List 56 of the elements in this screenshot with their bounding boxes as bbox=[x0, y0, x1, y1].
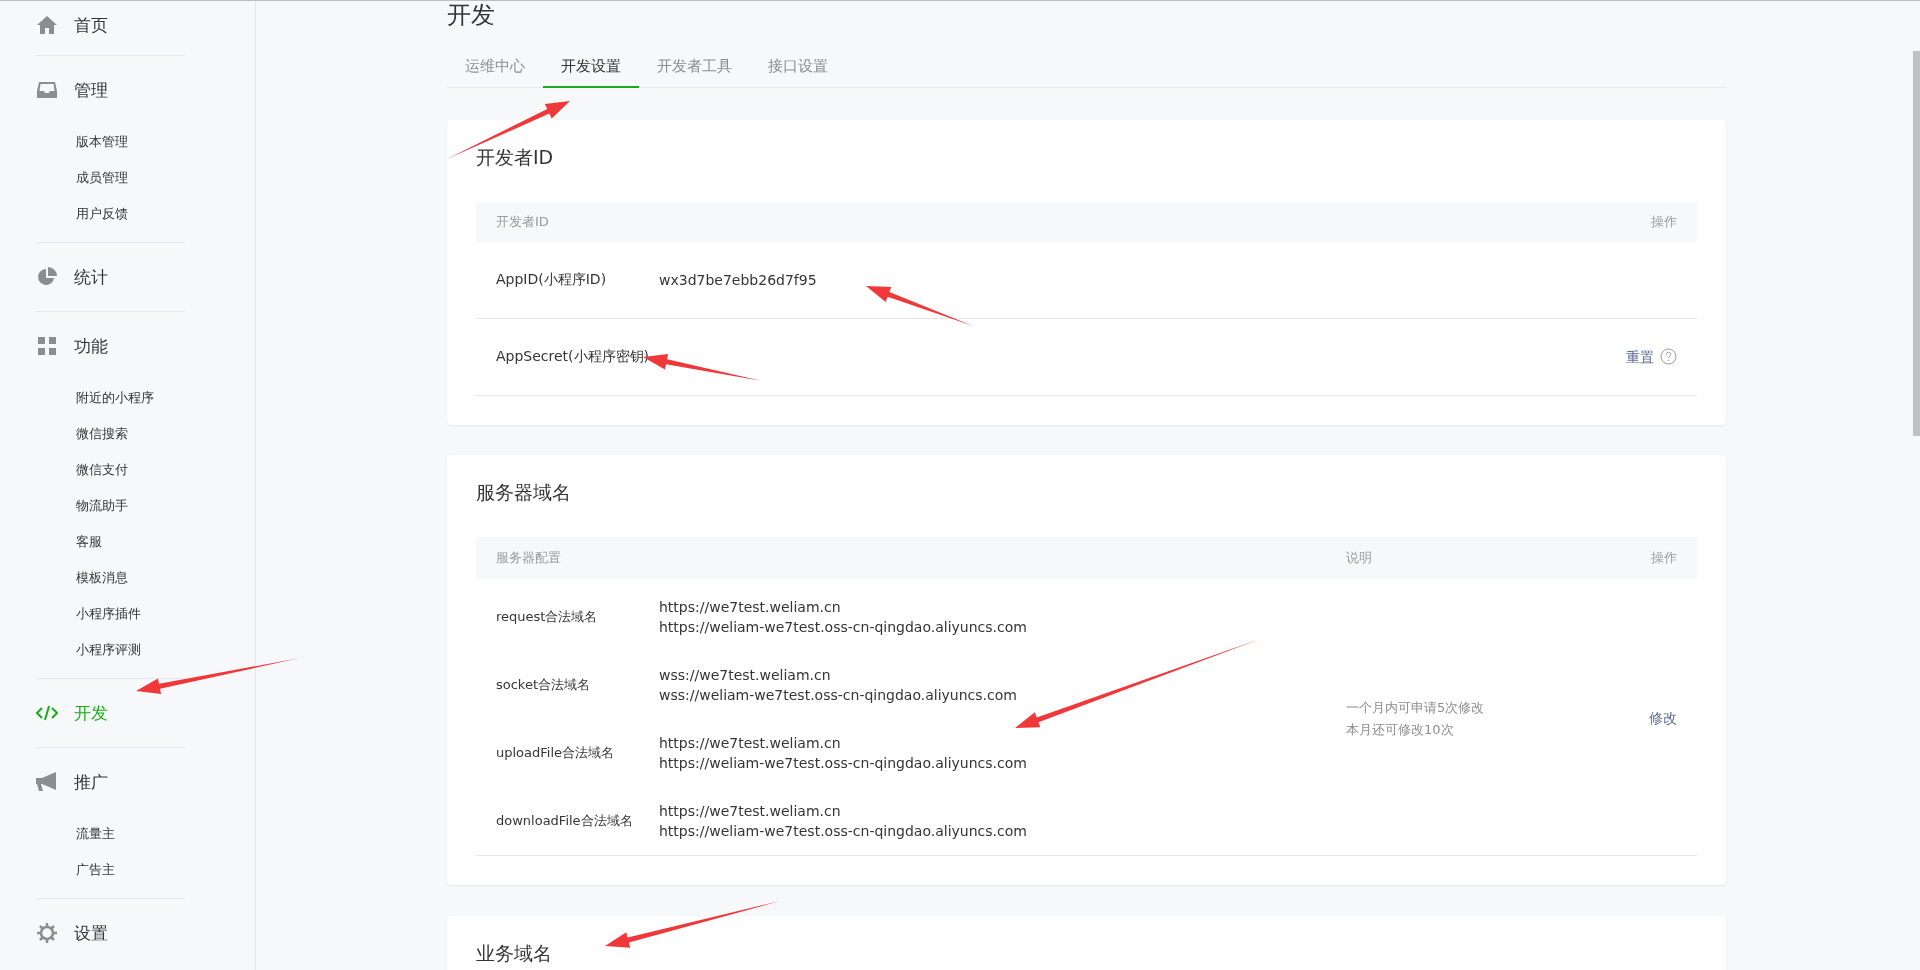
card-title: 服务器域名 bbox=[476, 480, 572, 505]
sidebar-subitem[interactable]: 微信搜索 bbox=[76, 416, 185, 452]
domain-url: https://we7test.weliam.cn bbox=[659, 599, 842, 615]
sidebar-subitem[interactable]: 小程序评测 bbox=[76, 632, 185, 668]
note-text: 本月还可修改10次 bbox=[1346, 721, 1455, 739]
sidebar-subitem[interactable]: 流量主 bbox=[76, 816, 185, 852]
table-cell-text: AppID(小程序ID) bbox=[496, 271, 608, 289]
card-title: 开发者ID bbox=[476, 145, 555, 170]
domain-url: https://weliam-we7test.oss-cn-qingdao.aliyuncs.com bbox=[659, 755, 1028, 771]
column-header: 说明 bbox=[1346, 549, 1373, 567]
domain-url: https://weliam-we7test.oss-cn-qingdao.aliyuncs.com bbox=[659, 823, 1028, 839]
page-title: 开发 bbox=[447, 1, 496, 29]
megaphone-icon bbox=[36, 772, 58, 792]
scrollbar-thumb[interactable] bbox=[1913, 51, 1920, 436]
table-cell-text: wx3d7be7ebb26d7f95 bbox=[659, 272, 818, 288]
domain-url: https://we7test.weliam.cn bbox=[659, 803, 842, 819]
gear-icon bbox=[37, 923, 57, 943]
domain-url: https://weliam-we7test.oss-cn-qingdao.aliyuncs.com bbox=[659, 619, 1028, 635]
help-icon[interactable] bbox=[1660, 347, 1677, 365]
sidebar-subitem[interactable]: 成员管理 bbox=[76, 160, 185, 196]
column-header: 开发者ID bbox=[496, 213, 550, 231]
sidebar-subitem[interactable]: 模板消息 bbox=[76, 560, 185, 596]
sidebar-item[interactable]: 统计 bbox=[36, 243, 185, 311]
table-cell-text: socket合法域名 bbox=[496, 676, 592, 694]
table-cell-text: downloadFile合法域名 bbox=[496, 812, 634, 830]
domain-url: wss://we7test.weliam.cn bbox=[659, 667, 832, 683]
sidebar-subitem[interactable]: 客服 bbox=[76, 524, 185, 560]
sidebar-subitem[interactable]: 微信支付 bbox=[76, 452, 185, 488]
code-icon bbox=[36, 705, 58, 721]
sidebar-item[interactable]: 功能 bbox=[36, 312, 185, 380]
sidebar-subitem[interactable]: 物流助手 bbox=[76, 488, 185, 524]
note-text: 一个月内可申请5次修改 bbox=[1346, 699, 1486, 717]
tab[interactable]: 开发设置 bbox=[543, 46, 639, 88]
sidebar-item[interactable]: 设置 bbox=[36, 899, 185, 967]
table-cell-text: uploadFile合法域名 bbox=[496, 744, 616, 762]
sidebar-subitem[interactable]: 广告主 bbox=[76, 852, 185, 888]
reset-link[interactable]: 重置 bbox=[1626, 348, 1654, 365]
pie-chart-icon bbox=[37, 267, 57, 287]
domain-url: https://we7test.weliam.cn bbox=[659, 735, 842, 751]
modify-link[interactable]: 修改 bbox=[1649, 710, 1677, 726]
card-title: 业务域名 bbox=[476, 941, 553, 966]
sidebar-item[interactable]: 首页 bbox=[36, 3, 185, 47]
sidebar-subitem[interactable]: 附近的小程序 bbox=[76, 380, 185, 416]
sidebar-item[interactable]: 推广 bbox=[36, 748, 185, 816]
domain-url: wss://weliam-we7test.oss-cn-qingdao.aliyuncs.com bbox=[659, 687, 1018, 703]
grid-icon bbox=[38, 337, 56, 355]
column-header: 操作 bbox=[1651, 549, 1677, 567]
inbox-icon bbox=[37, 81, 57, 99]
column-header: 操作 bbox=[1651, 213, 1677, 231]
column-header: 服务器配置 bbox=[496, 549, 562, 567]
table-cell-text: request合法域名 bbox=[496, 608, 599, 626]
sidebar-subitem[interactable]: 小程序插件 bbox=[76, 596, 185, 632]
sidebar-subitem[interactable]: 用户反馈 bbox=[76, 196, 185, 232]
home-icon bbox=[37, 16, 57, 34]
sidebar-item[interactable]: 管理 bbox=[36, 56, 185, 124]
sidebar-subitem[interactable]: 版本管理 bbox=[76, 124, 185, 160]
